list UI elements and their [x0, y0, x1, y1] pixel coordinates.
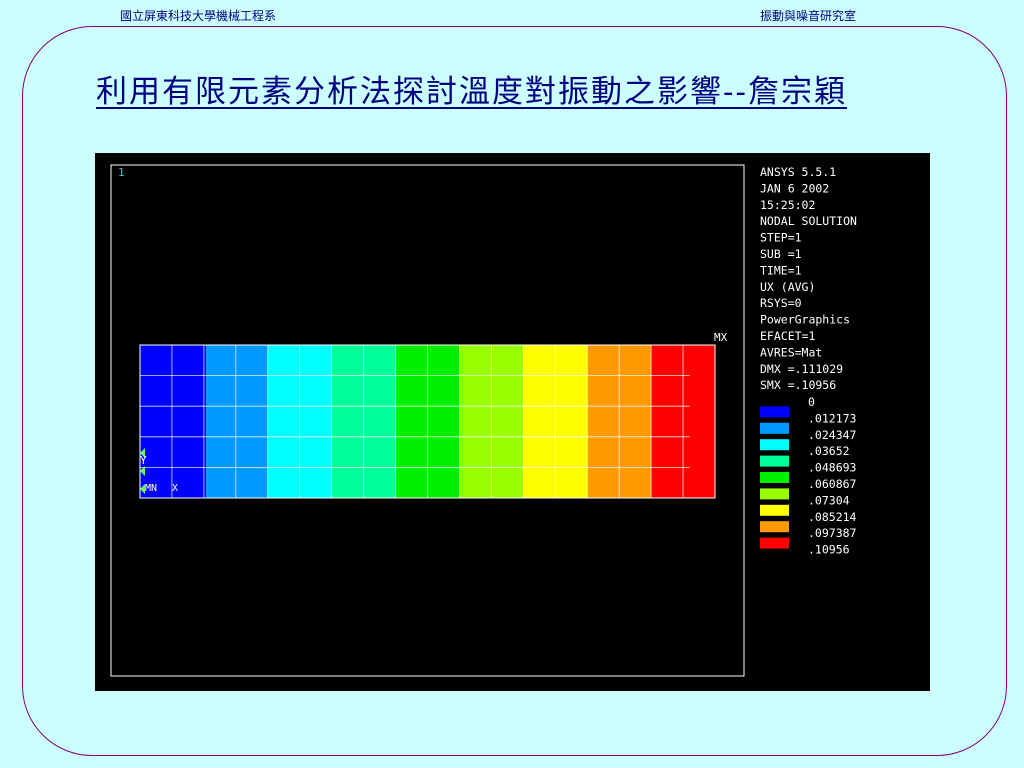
ansys-info-panel: ANSYS 5.5.1 JAN 6 2002 15:25:02 NODAL SOLUT…: [760, 165, 857, 392]
ansys-graphics-window: 1 X MX Y MN ANSYS 5.5.1 JAN 6 2002 15:25:0…: [95, 153, 930, 691]
info-line: DMX =.111029: [760, 362, 843, 376]
min-label: MN: [145, 483, 157, 494]
legend-swatch: [760, 537, 789, 549]
window-number: 1: [118, 166, 125, 179]
info-line: UX (AVG): [760, 280, 815, 294]
legend-label: .10956: [808, 543, 850, 557]
ansys-plot: 1 X MX Y MN ANSYS 5.5.1 JAN 6 2002 15:25:0…: [110, 164, 857, 677]
legend-label: .048693: [808, 461, 857, 475]
info-line: STEP=1: [760, 231, 802, 245]
legend-swatch: [760, 455, 789, 467]
legend-label: .097387: [808, 526, 857, 540]
legend-label: .024347: [808, 428, 857, 442]
info-line: PowerGraphics: [760, 313, 850, 327]
x-axis-label: X: [172, 483, 178, 494]
max-label: MX: [714, 331, 728, 344]
legend-label: .012173: [808, 411, 857, 425]
header-lab: 振動與噪音研究室: [760, 9, 857, 23]
fe-model: X: [139, 344, 716, 499]
contour-legend: 0 .012173 .024347 .03652 .048693 .060867 .0730…: [760, 395, 857, 557]
legend-swatch: [760, 406, 789, 418]
info-line: ANSYS 5.5.1: [760, 165, 836, 179]
info-line: TIME=1: [760, 263, 802, 277]
legend-swatch: [760, 439, 789, 451]
legend-swatch: [760, 504, 789, 516]
header-department: 國立屏東科技大學機械工程系: [120, 9, 277, 23]
y-axis-label: Y: [140, 454, 147, 467]
info-line: AVRES=Mat: [760, 345, 822, 359]
legend-label: .085214: [808, 510, 857, 524]
legend-label: 0: [808, 395, 815, 409]
info-line: EFACET=1: [760, 329, 815, 343]
slide: 國立屏東科技大學機械工程系 振動與噪音研究室 利用有限元素分析法探討溫度對振動之…: [0, 0, 1024, 768]
legend-label: .060867: [808, 477, 857, 491]
slide-title: 利用有限元素分析法探討溫度對振動之影響--詹宗穎: [96, 74, 847, 110]
legend-swatch: [760, 472, 789, 483]
info-line: SMX =.10956: [760, 378, 836, 392]
legend-swatch: [760, 422, 789, 434]
legend-swatch: [760, 521, 789, 533]
legend-label: .03652: [808, 444, 850, 458]
legend-swatch: [760, 488, 789, 500]
legend-label: .07304: [808, 493, 850, 507]
info-line: NODAL SOLUTION: [760, 214, 857, 228]
info-line: SUB =1: [760, 247, 802, 261]
info-line: RSYS=0: [760, 296, 802, 310]
info-line: 15:25:02: [760, 198, 815, 212]
info-line: JAN 6 2002: [760, 181, 829, 195]
